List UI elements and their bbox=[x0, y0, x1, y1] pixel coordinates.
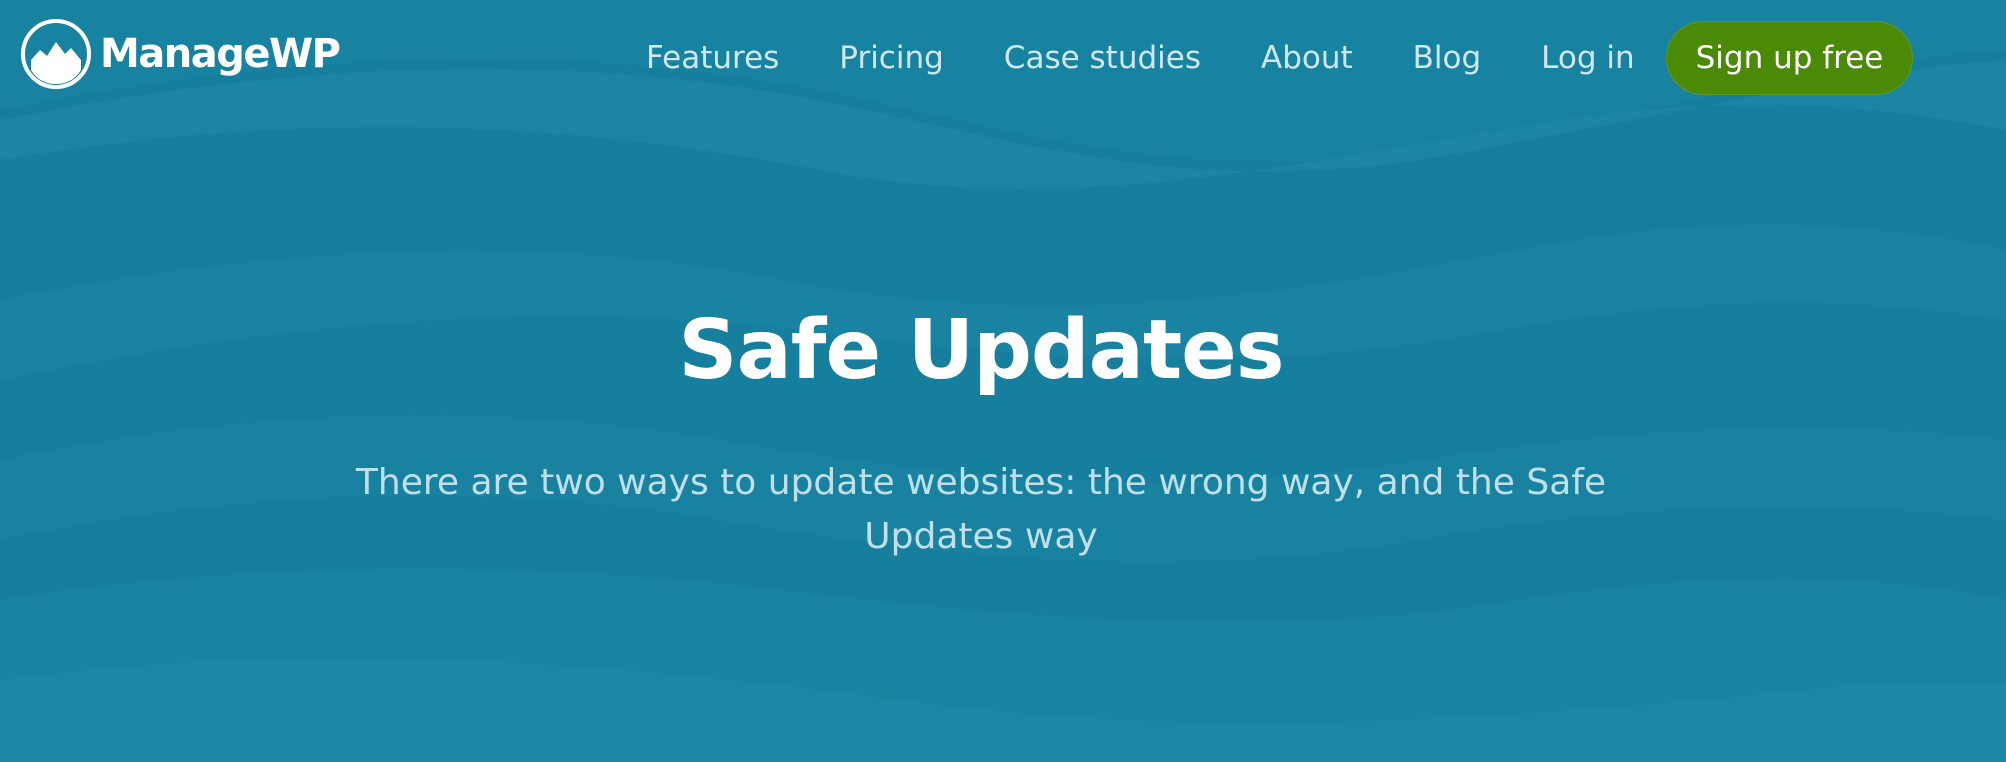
nav-blog[interactable]: Blog bbox=[1413, 42, 1482, 74]
nav-about[interactable]: About bbox=[1261, 42, 1353, 74]
main-nav: Features Pricing Case studies About Blog… bbox=[616, 20, 1635, 96]
nav-case-studies[interactable]: Case studies bbox=[1004, 42, 1201, 74]
nav-features[interactable]: Features bbox=[646, 42, 779, 74]
mountain-circle-icon bbox=[21, 19, 91, 89]
sign-up-button[interactable]: Sign up free bbox=[1666, 21, 1913, 95]
page-title: Safe Updates bbox=[678, 303, 1284, 398]
brand-name: ManageWP bbox=[100, 31, 341, 77]
page-subtitle: There are two ways to update websites: t… bbox=[355, 462, 1607, 557]
nav-pricing[interactable]: Pricing bbox=[839, 42, 944, 74]
nav-log-in[interactable]: Log in bbox=[1541, 42, 1634, 74]
hero-section: ManageWP Features Pricing Case studies A… bbox=[0, 0, 2006, 762]
brand-logo[interactable]: ManageWP bbox=[20, 17, 341, 91]
site-header: ManageWP Features Pricing Case studies A… bbox=[0, 0, 2006, 120]
